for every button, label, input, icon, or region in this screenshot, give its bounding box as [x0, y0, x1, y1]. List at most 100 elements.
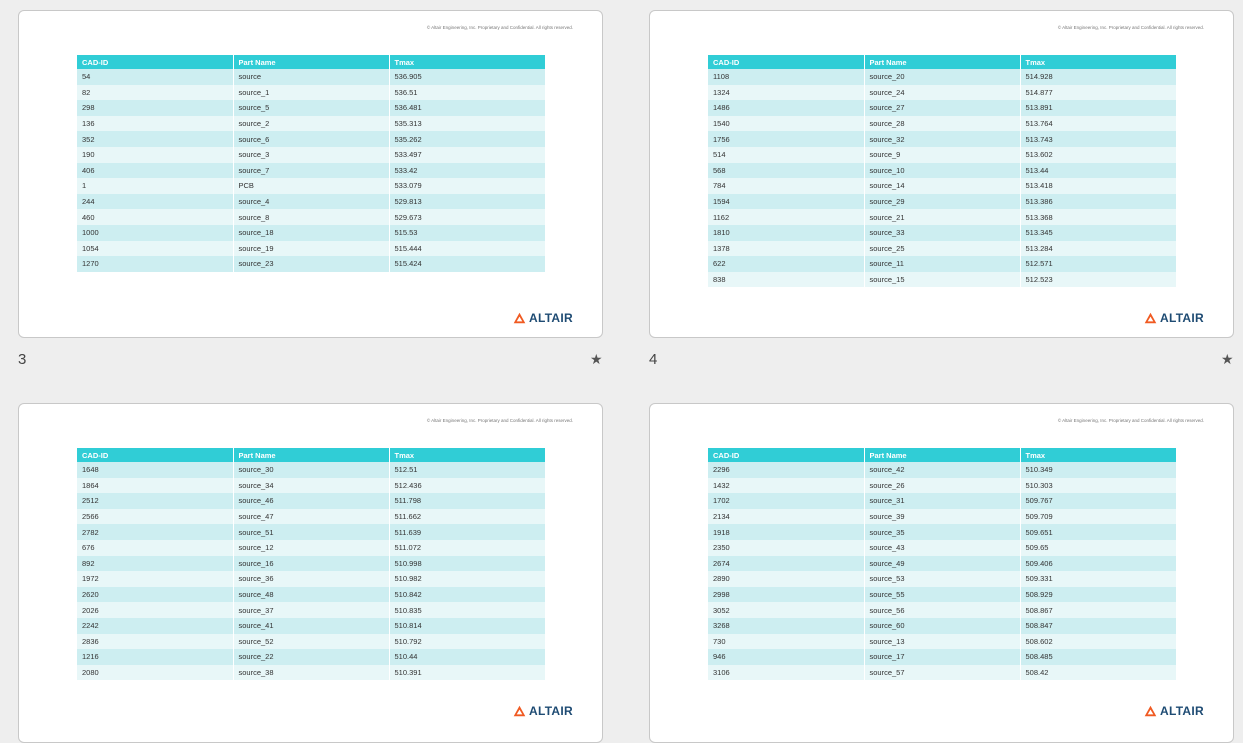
- cell-cad-id: 460: [77, 209, 234, 225]
- cell-tmax: 513.418: [1020, 178, 1176, 194]
- slide-thumbnail-2[interactable]: © Altair Engineering, Inc. Proprietary a…: [649, 10, 1234, 338]
- cell-tmax: 510.982: [389, 571, 545, 587]
- cell-part-name: source_33: [864, 224, 1021, 241]
- column-header-tmax: Tmax: [389, 55, 545, 69]
- table-header-row: CAD-ID Part Name Tmax: [77, 55, 545, 69]
- cell-tmax: 513.44: [1020, 162, 1176, 179]
- altair-logo: ALTAIR: [1144, 311, 1204, 325]
- cell-part-name: source_23: [233, 256, 390, 272]
- cell-cad-id: 2134: [708, 508, 865, 525]
- table-row: 3106 source_57 508.42: [708, 664, 1176, 681]
- cell-cad-id: 1594: [708, 193, 865, 210]
- table-row: 1378 source_25 513.284: [708, 240, 1176, 257]
- cell-cad-id: 2026: [77, 602, 234, 618]
- cell-tmax: 515.53: [389, 224, 545, 241]
- cell-cad-id: 1756: [708, 131, 865, 147]
- cell-part-name: source_41: [233, 617, 390, 634]
- cell-tmax: 508.42: [1020, 664, 1176, 681]
- altair-logo-icon: [1144, 312, 1157, 324]
- table-row: 1540 source_28 513.764: [708, 115, 1176, 132]
- altair-logo-text: ALTAIR: [1159, 311, 1204, 325]
- column-header-cad-id: CAD-ID: [77, 448, 234, 462]
- cell-tmax: 515.444: [389, 240, 545, 257]
- cell-tmax: 513.345: [1020, 224, 1176, 241]
- cell-tmax: 536.51: [389, 84, 545, 101]
- slide-thumbnail-4[interactable]: © Altair Engineering, Inc. Proprietary a…: [649, 403, 1234, 743]
- table-row: 838 source_15 512.523: [708, 271, 1176, 288]
- cell-tmax: 513.284: [1020, 240, 1176, 257]
- cell-cad-id: 1000: [77, 224, 234, 241]
- cell-cad-id: 1054: [77, 240, 234, 257]
- cell-part-name: source_24: [864, 84, 1021, 101]
- cell-cad-id: 1324: [708, 84, 865, 101]
- cell-cad-id: 1702: [708, 493, 865, 509]
- cell-cad-id: 136: [77, 115, 234, 132]
- cell-part-name: source_5: [233, 100, 390, 116]
- altair-logo-icon: [1144, 705, 1157, 717]
- cell-tmax: 509.767: [1020, 493, 1176, 509]
- cell-tmax: 508.602: [1020, 633, 1176, 650]
- cell-part-name: source_21: [864, 209, 1021, 225]
- data-table: CAD-ID Part Name Tmax 1648 source_30 512.5…: [77, 448, 545, 681]
- cell-tmax: 513.602: [1020, 146, 1176, 163]
- cell-tmax: 535.262: [389, 131, 545, 147]
- cell-cad-id: 2242: [77, 617, 234, 634]
- column-header-cad-id: CAD-ID: [77, 55, 234, 69]
- cell-cad-id: 1378: [708, 240, 865, 257]
- table-row: 352 source_6 535.262: [77, 131, 545, 147]
- cell-tmax: 509.651: [1020, 524, 1176, 540]
- table-row: 460 source_8 529.673: [77, 209, 545, 225]
- cell-part-name: source_43: [864, 539, 1021, 556]
- cell-part-name: source_32: [864, 131, 1021, 147]
- table-row: 298 source_5 536.481: [77, 100, 545, 116]
- cell-tmax: 511.639: [389, 524, 545, 540]
- cell-cad-id: 2512: [77, 493, 234, 509]
- cell-cad-id: 2998: [708, 586, 865, 603]
- cell-tmax: 533.42: [389, 162, 545, 179]
- cell-cad-id: 2674: [708, 555, 865, 572]
- cell-cad-id: 406: [77, 162, 234, 179]
- cell-tmax: 529.813: [389, 193, 545, 210]
- cell-tmax: 511.662: [389, 508, 545, 525]
- slide-thumbnail-1[interactable]: © Altair Engineering, Inc. Proprietary a…: [18, 10, 603, 338]
- star-icon[interactable]: ★: [1221, 351, 1234, 368]
- cell-tmax: 513.386: [1020, 193, 1176, 210]
- table-row: 2080 source_38 510.391: [77, 664, 545, 681]
- table-row: 406 source_7 533.42: [77, 162, 545, 179]
- cell-cad-id: 1270: [77, 256, 234, 272]
- cell-part-name: source_56: [864, 602, 1021, 618]
- table-row: 3052 source_56 508.867: [708, 602, 1176, 618]
- column-header-tmax: Tmax: [389, 448, 545, 462]
- cell-tmax: 508.867: [1020, 602, 1176, 618]
- cell-part-name: source_12: [233, 539, 390, 556]
- cell-cad-id: 298: [77, 100, 234, 116]
- cell-tmax: 513.368: [1020, 209, 1176, 225]
- cell-tmax: 509.709: [1020, 508, 1176, 525]
- cell-tmax: 512.571: [1020, 256, 1176, 272]
- cell-tmax: 510.44: [389, 649, 545, 665]
- table-row: 1972 source_36 510.982: [77, 571, 545, 587]
- table-row: 1918 source_35 509.651: [708, 524, 1176, 540]
- cell-cad-id: 676: [77, 539, 234, 556]
- column-header-tmax: Tmax: [1020, 448, 1176, 462]
- column-header-part-name: Part Name: [233, 448, 390, 462]
- cell-part-name: source_19: [233, 240, 390, 257]
- table-row: 1864 source_34 512.436: [77, 477, 545, 494]
- altair-logo-text: ALTAIR: [528, 704, 573, 718]
- cell-part-name: source_14: [864, 178, 1021, 194]
- table-row: 676 source_12 511.072: [77, 539, 545, 556]
- cell-part-name: source_2: [233, 115, 390, 132]
- star-icon[interactable]: ★: [590, 351, 603, 368]
- cell-tmax: 510.814: [389, 617, 545, 634]
- table-row: 3268 source_60 508.847: [708, 617, 1176, 634]
- table-row: 946 source_17 508.485: [708, 649, 1176, 665]
- cell-cad-id: 1108: [708, 69, 865, 85]
- cell-part-name: source_27: [864, 100, 1021, 116]
- cell-tmax: 535.313: [389, 115, 545, 132]
- cell-part-name: source_20: [864, 69, 1021, 85]
- cell-cad-id: 244: [77, 193, 234, 210]
- slide-thumbnail-3[interactable]: © Altair Engineering, Inc. Proprietary a…: [18, 403, 603, 743]
- data-table: CAD-ID Part Name Tmax 54 source 536.905 82 s…: [77, 55, 545, 272]
- cell-part-name: source_17: [864, 649, 1021, 665]
- cell-cad-id: 190: [77, 146, 234, 163]
